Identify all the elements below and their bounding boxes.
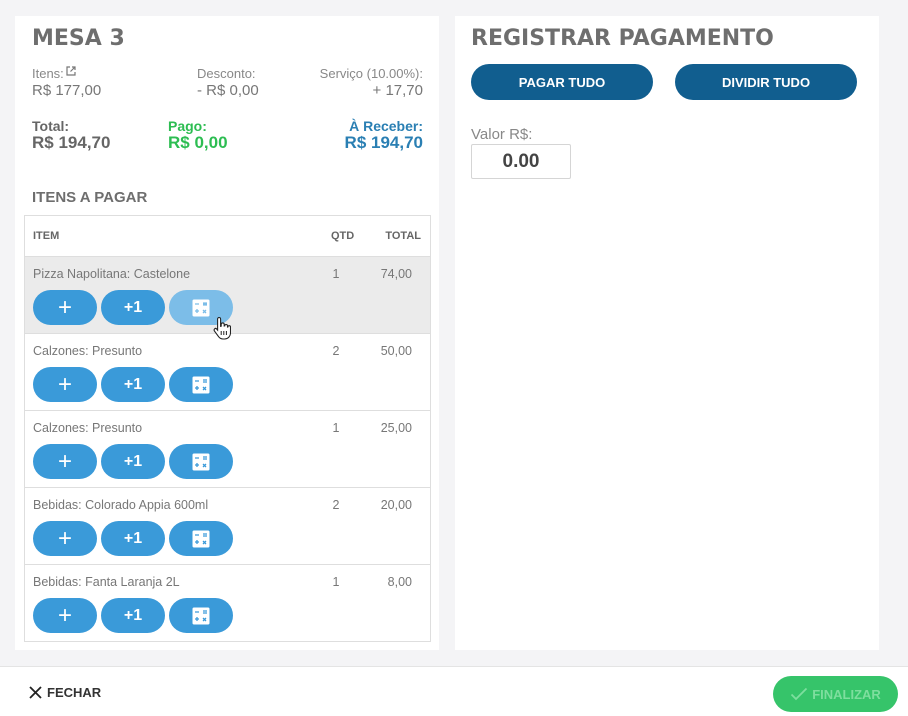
itens-label-wrap[interactable]: Itens: (32, 66, 76, 81)
payment-panel: REGISTRAR PAGAMENTO PAGAR TUDO DIVIDIR T… (455, 16, 879, 650)
add-one-button[interactable]: +1 (101, 367, 165, 402)
external-link-icon[interactable] (66, 66, 76, 76)
table-row: Calzones: Presunto 1 25,00 + +1 (25, 411, 430, 488)
total-value: R$ 194,70 (32, 133, 111, 152)
calculator-icon (192, 376, 210, 393)
desconto-value: - R$ 0,00 (197, 82, 259, 99)
item-name: Pizza Napolitana: Castelone (33, 267, 191, 281)
add-one-button[interactable]: +1 (101, 598, 165, 633)
table-row: Bebidas: Colorado Appia 600ml 2 20,00 + … (25, 488, 430, 565)
item-total: 74,00 (380, 267, 412, 281)
itens-value: R$ 177,00 (32, 82, 102, 99)
item-qtd: 2 (332, 498, 340, 512)
add-item-button[interactable]: + (33, 521, 97, 556)
split-calculator-button[interactable] (169, 598, 233, 633)
check-icon (791, 687, 808, 701)
add-one-button[interactable]: +1 (101, 444, 165, 479)
total-label: Total: (32, 118, 70, 134)
calculator-icon (192, 299, 210, 316)
item-total: 50,00 (380, 344, 412, 358)
item-name: Bebidas: Fanta Laranja 2L (33, 575, 180, 589)
pay-all-button[interactable]: PAGAR TUDO (471, 64, 653, 100)
desconto-label: Desconto: (197, 66, 256, 81)
servico-label: Serviço (10.00%): (319, 66, 423, 81)
item-qtd: 2 (332, 344, 340, 358)
item-total: 8,00 (387, 575, 412, 589)
calculator-icon (192, 530, 210, 547)
table-header: ITEM QTD TOTAL (25, 216, 430, 257)
close-icon (29, 686, 42, 699)
item-qtd: 1 (332, 575, 340, 589)
page-title: MESA 3 (32, 26, 125, 51)
split-calculator-button[interactable] (169, 367, 233, 402)
servico-value: + 17,70 (372, 82, 423, 99)
add-item-button[interactable]: + (33, 367, 97, 402)
receber-value: R$ 194,70 (344, 133, 423, 152)
add-item-button[interactable]: + (33, 598, 97, 633)
valor-label: Valor R$: (471, 126, 533, 143)
itens-label: Itens: (32, 66, 64, 81)
calculator-icon (192, 607, 210, 624)
split-all-button[interactable]: DIVIDIR TUDO (675, 64, 857, 100)
item-total: 20,00 (380, 498, 412, 512)
valor-input[interactable] (471, 144, 571, 179)
pago-label: Pago: (168, 118, 207, 134)
footer: FECHAR FINALIZAR (0, 666, 908, 716)
table-row: Calzones: Presunto 2 50,00 + +1 (25, 334, 430, 411)
item-qtd: 1 (332, 421, 340, 435)
column-item: ITEM (33, 230, 60, 242)
column-qtd: QTD (331, 230, 355, 242)
add-item-button[interactable]: + (33, 444, 97, 479)
finalize-button[interactable]: FINALIZAR (773, 676, 898, 712)
payment-title: REGISTRAR PAGAMENTO (471, 26, 774, 51)
itens-section-title: ITENS A PAGAR (32, 189, 148, 206)
item-qtd: 1 (332, 267, 340, 281)
item-name: Bebidas: Colorado Appia 600ml (33, 498, 209, 512)
pago-value: R$ 0,00 (168, 133, 228, 152)
item-name: Calzones: Presunto (33, 421, 143, 435)
hand-cursor-icon (213, 316, 231, 340)
close-button-label: FECHAR (47, 685, 102, 700)
column-total: TOTAL (385, 230, 421, 242)
add-one-button[interactable]: +1 (101, 290, 165, 325)
mesa-panel: MESA 3 Itens: R$ 177,00 Desconto: - R$ 0… (15, 16, 439, 650)
close-button[interactable]: FECHAR (28, 685, 101, 700)
calculator-icon (192, 453, 210, 470)
item-total: 25,00 (380, 421, 412, 435)
items-table: ITEM QTD TOTAL Pizza Napolitana: Castelo… (24, 215, 431, 642)
finalize-button-label: FINALIZAR (812, 686, 881, 702)
add-one-button[interactable]: +1 (101, 521, 165, 556)
split-calculator-button[interactable] (169, 521, 233, 556)
item-name: Calzones: Presunto (33, 344, 143, 358)
table-row: Bebidas: Fanta Laranja 2L 1 8,00 + +1 (25, 565, 430, 642)
split-calculator-button[interactable] (169, 444, 233, 479)
receber-label: À Receber: (349, 118, 423, 134)
add-item-button[interactable]: + (33, 290, 97, 325)
